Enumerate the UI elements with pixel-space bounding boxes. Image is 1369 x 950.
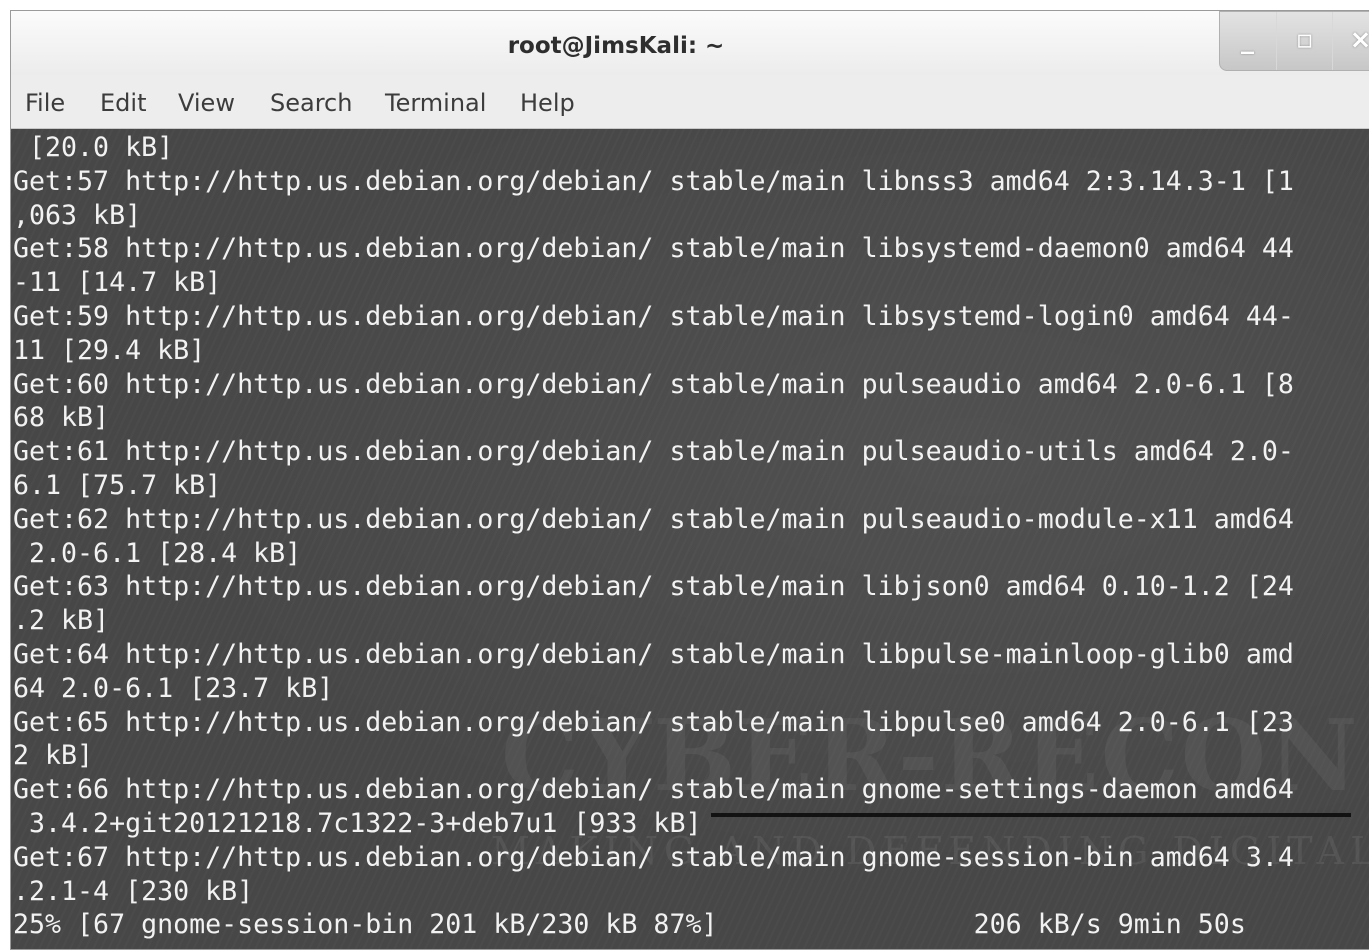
- terminal-line: .2 kB]: [13, 605, 110, 637]
- window-controls: _ ▫ ×: [1219, 11, 1369, 71]
- terminal-line: Get:59 http://http.us.debian.org/debian/…: [13, 300, 1294, 332]
- title-bar[interactable]: root@JimsKali: ~ _ ▫ ×: [11, 11, 1369, 75]
- terminal-line: 68 kB]: [13, 402, 110, 434]
- menu-view[interactable]: View: [178, 89, 235, 117]
- terminal-line: Get:67 http://http.us.debian.org/debian/…: [13, 841, 1294, 873]
- terminal-line: 2.0-6.1 [28.4 kB]: [13, 537, 302, 569]
- terminal-line: Get:65 http://http.us.debian.org/debian/…: [13, 706, 1294, 738]
- terminal-line: Get:64 http://http.us.debian.org/debian/…: [13, 638, 1294, 670]
- terminal-line: 6.1 [75.7 kB]: [13, 469, 222, 501]
- terminal-line: 64 2.0-6.1 [23.7 kB]: [13, 672, 334, 704]
- terminal-line: ,063 kB]: [13, 199, 142, 231]
- terminal-line: Get:60 http://http.us.debian.org/debian/…: [13, 368, 1294, 400]
- terminal-line: Get:62 http://http.us.debian.org/debian/…: [13, 503, 1294, 535]
- menu-edit[interactable]: Edit: [100, 89, 146, 117]
- terminal-line: Get:66 http://http.us.debian.org/debian/…: [13, 774, 1294, 806]
- terminal-line: 25% [67 gnome-session-bin 201 kB/230 kB …: [13, 909, 1246, 941]
- maximize-button[interactable]: ▫: [1276, 12, 1332, 70]
- terminal-output-area[interactable]: CYBER-RECON MAKING AND DEFENDING DIGITAL…: [11, 129, 1369, 949]
- terminal-line: Get:63 http://http.us.debian.org/debian/…: [13, 571, 1294, 603]
- terminal-line: 3.4.2+git20121218.7c1322-3+deb7u1 [933 k…: [13, 807, 702, 839]
- minimize-button[interactable]: _: [1220, 12, 1275, 70]
- close-button[interactable]: ×: [1332, 12, 1369, 70]
- terminal-window: root@JimsKali: ~ _ ▫ × File Edit View Se…: [10, 10, 1369, 950]
- terminal-line: Get:58 http://http.us.debian.org/debian/…: [13, 233, 1294, 265]
- terminal-text: [20.0 kB] Get:57 http://http.us.debian.or…: [13, 131, 1294, 942]
- terminal-line: -11 [14.7 kB]: [13, 267, 222, 299]
- terminal-line: 11 [29.4 kB]: [13, 334, 206, 366]
- terminal-line: .2.1-4 [230 kB]: [13, 875, 254, 907]
- terminal-line: [20.0 kB]: [13, 132, 174, 163]
- menu-bar: File Edit View Search Terminal Help: [11, 75, 1369, 129]
- menu-file[interactable]: File: [25, 89, 65, 117]
- window-title: root@JimsKali: ~: [507, 33, 725, 59]
- menu-search[interactable]: Search: [270, 89, 352, 117]
- terminal-line: Get:57 http://http.us.debian.org/debian/…: [13, 165, 1294, 197]
- menu-terminal[interactable]: Terminal: [385, 89, 486, 117]
- terminal-line: 2 kB]: [13, 740, 94, 772]
- menu-help[interactable]: Help: [520, 89, 575, 117]
- terminal-line: Get:61 http://http.us.debian.org/debian/…: [13, 436, 1294, 468]
